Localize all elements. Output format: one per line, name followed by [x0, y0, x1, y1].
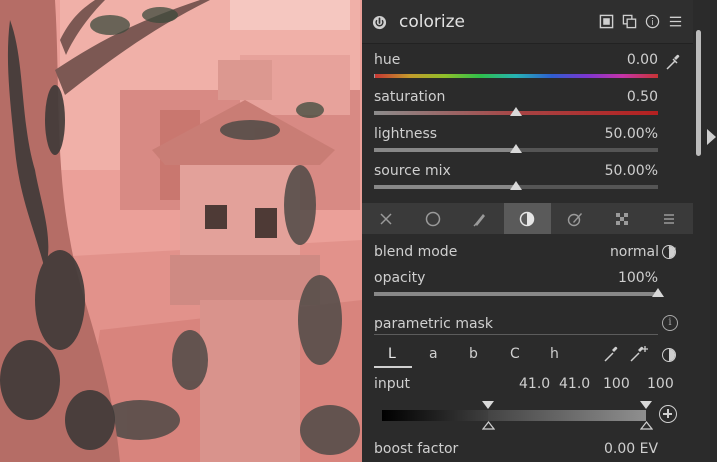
lightness-fill [374, 148, 516, 152]
blend-mode-label: blend mode [374, 244, 458, 260]
input-value-2: 41.0 [559, 376, 591, 392]
saturation-slider[interactable]: saturation 0.50 [374, 81, 658, 118]
raster-mask-icon [616, 212, 629, 225]
lightness-label: lightness [374, 126, 438, 142]
blend-mode-value: normal [609, 244, 659, 260]
boost-factor-value[interactable]: 0.00 EV [604, 441, 658, 457]
parametric-mask-heading: parametric mask [374, 316, 684, 332]
active-channel-indicator [374, 366, 412, 368]
color-picker-icon[interactable] [664, 52, 682, 72]
opacity-track[interactable] [374, 292, 658, 296]
scrollbar-thumb[interactable] [696, 30, 701, 156]
off-icon [380, 212, 392, 225]
input-handle-lower-left[interactable] [482, 421, 495, 430]
lightness-value: 50.00% [604, 126, 658, 142]
input-handle-lower-right[interactable] [640, 421, 653, 430]
drawn-mask-icon [473, 213, 486, 227]
opacity-value: 100% [617, 270, 658, 286]
saturation-value: 0.50 [626, 89, 658, 105]
opacity-slider[interactable]: opacity 100% [374, 262, 664, 299]
picker-set-icon[interactable] [628, 345, 650, 363]
boost-factor-label: boost factor [374, 441, 459, 457]
info-icon[interactable]: i [662, 315, 678, 331]
module-header[interactable]: colorize i [362, 0, 693, 44]
tab-blend-drawn-mask[interactable] [457, 203, 504, 234]
darkroom-right-panel: colorize i hue 0.00 saturation 0.50 ligh… [362, 0, 717, 462]
panel-scrollbar[interactable] [696, 30, 701, 462]
uniformly-icon [425, 211, 441, 226]
parametric-mask-title: parametric mask [374, 316, 493, 332]
tab-channel-a[interactable]: a [429, 346, 438, 362]
tab-blend-drawn-parametric[interactable] [551, 203, 598, 234]
preview-image [0, 0, 362, 462]
menu-icon[interactable] [668, 14, 683, 29]
opacity-handle[interactable] [652, 288, 664, 297]
input-handle-upper-right[interactable] [640, 401, 652, 409]
image-preview[interactable] [0, 0, 362, 462]
add-icon[interactable] [659, 405, 677, 423]
svg-text:i: i [651, 17, 653, 27]
power-icon[interactable] [372, 15, 387, 30]
tab-channel-c[interactable]: C [510, 346, 520, 362]
input-value-3: 100 [603, 376, 630, 392]
expand-panel-arrow-icon[interactable] [707, 129, 716, 145]
tab-blend-off[interactable] [362, 203, 409, 234]
tab-blend-menu[interactable] [646, 203, 693, 234]
presets-icon[interactable] [599, 14, 614, 29]
opacity-fill [374, 292, 658, 296]
source-mix-slider[interactable]: source mix 50.00% [374, 155, 658, 192]
input-label: input [374, 376, 411, 392]
input-gradient-range [488, 410, 646, 421]
module-header-icons: i [599, 14, 683, 29]
reset-icon[interactable]: i [645, 14, 660, 29]
lightness-handle[interactable] [510, 144, 522, 153]
hue-track[interactable] [374, 74, 658, 78]
multi-instance-icon[interactable] [622, 14, 637, 29]
picker-icon[interactable] [602, 345, 622, 363]
tab-channel-l[interactable]: L [388, 346, 396, 362]
invert-mask-icon[interactable] [662, 245, 676, 259]
hue-label: hue [374, 52, 401, 68]
parametric-mask-icon [520, 211, 535, 226]
hue-value: 0.00 [626, 52, 658, 68]
drawn-parametric-icon [567, 212, 582, 226]
input-value-1: 41.0 [519, 376, 551, 392]
hue-marker[interactable] [374, 74, 375, 78]
input-value-4: 100 [647, 376, 674, 392]
source-mix-fill [374, 185, 516, 189]
source-mix-label: source mix [374, 163, 451, 179]
tab-blend-parametric-mask[interactable] [503, 203, 552, 234]
invert-channel-icon[interactable] [662, 348, 676, 362]
tab-blend-raster-mask[interactable] [598, 203, 645, 234]
source-mix-handle[interactable] [510, 181, 522, 190]
tab-blend-uniformly[interactable] [409, 203, 456, 234]
module-title: colorize [399, 12, 465, 32]
blend-mode-combobox[interactable]: blend mode normal ▼ [374, 244, 684, 264]
tab-channel-h[interactable]: h [550, 346, 559, 362]
menu-icon [664, 213, 675, 224]
hue-slider[interactable]: hue 0.00 [374, 44, 658, 81]
module-colorize: colorize i hue 0.00 saturation 0.50 ligh… [362, 0, 693, 462]
source-mix-value: 50.00% [604, 163, 658, 179]
tab-channel-b[interactable]: b [469, 346, 478, 362]
saturation-label: saturation [374, 89, 446, 105]
opacity-label: opacity [374, 270, 426, 286]
section-divider [374, 334, 658, 335]
input-handle-upper-left[interactable] [482, 401, 494, 409]
blend-tabs [362, 203, 693, 234]
saturation-handle[interactable] [510, 107, 522, 116]
lightness-slider[interactable]: lightness 50.00% [374, 118, 658, 155]
